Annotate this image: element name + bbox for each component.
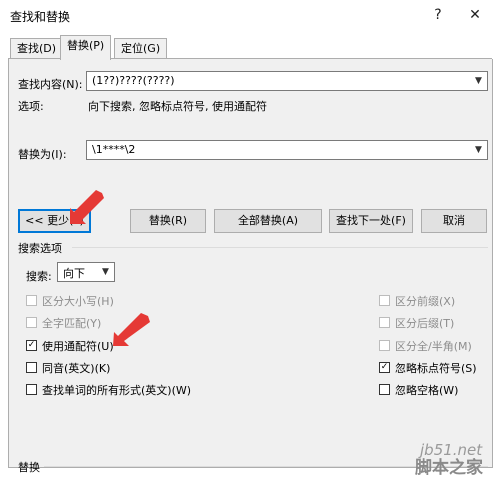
replace-input[interactable]: \1****\2 ▼ bbox=[86, 140, 488, 160]
replace-label: 替换为(I): bbox=[18, 148, 67, 161]
options-label: 选项: bbox=[18, 100, 44, 113]
whole-word-checkbox[interactable] bbox=[26, 317, 37, 328]
all-word-forms-label: 查找单词的所有形式(英文)(W) bbox=[42, 384, 192, 397]
all-word-forms-checkbox[interactable] bbox=[26, 384, 37, 395]
options-value: 向下搜索, 忽略标点符号, 使用通配符 bbox=[88, 100, 267, 113]
width-checkbox[interactable] bbox=[379, 340, 390, 351]
whole-word-label: 全字匹配(Y) bbox=[42, 317, 102, 330]
tab-goto[interactable]: 定位(G) bbox=[114, 38, 168, 59]
match-case-checkbox[interactable] bbox=[26, 295, 37, 306]
find-input[interactable]: (1??)????(????) ▼ bbox=[86, 71, 488, 91]
help-button[interactable]: ? bbox=[425, 4, 451, 26]
tab-find[interactable]: 查找(D) bbox=[10, 38, 64, 59]
search-direction-label: 搜索: bbox=[26, 270, 52, 283]
replace-dropdown-chevron-icon[interactable]: ▼ bbox=[470, 141, 487, 159]
match-suffix-checkbox[interactable] bbox=[379, 317, 390, 328]
wildcards-label: 使用通配符(U) bbox=[42, 340, 114, 353]
find-input-value: (1??)????(????) bbox=[92, 74, 175, 87]
width-label: 区分全/半角(M) bbox=[395, 340, 472, 353]
replace-all-button[interactable]: 全部替换(A) bbox=[214, 209, 322, 233]
replace-button[interactable]: 替换(R) bbox=[130, 209, 206, 233]
find-next-button[interactable]: 查找下一处(F) bbox=[329, 209, 413, 233]
search-options-divider bbox=[72, 247, 488, 248]
watermark-name: 脚本之家 bbox=[415, 458, 483, 478]
ignore-space-checkbox[interactable] bbox=[379, 384, 390, 395]
search-options-label: 搜索选项 bbox=[18, 242, 62, 255]
sounds-like-checkbox[interactable] bbox=[26, 362, 37, 373]
replace-input-value: \1****\2 bbox=[92, 143, 136, 156]
close-button[interactable]: ✕ bbox=[462, 4, 488, 26]
ignore-punctuation-checkbox[interactable]: ✓ bbox=[379, 362, 390, 373]
match-case-label: 区分大小写(H) bbox=[42, 295, 114, 308]
less-button[interactable]: << 更少(L) bbox=[18, 209, 91, 233]
find-label: 查找内容(N): bbox=[18, 78, 83, 91]
match-prefix-checkbox[interactable] bbox=[379, 295, 390, 306]
replace-section-label: 替换 bbox=[18, 461, 40, 474]
ignore-space-label: 忽略空格(W) bbox=[395, 384, 459, 397]
window-title: 查找和替换 bbox=[10, 10, 71, 24]
ignore-punctuation-label: 忽略标点符号(S) bbox=[395, 362, 477, 375]
cancel-button[interactable]: 取消 bbox=[421, 209, 487, 233]
sounds-like-label: 同音(英文)(K) bbox=[42, 362, 111, 375]
search-direction-value: 向下 bbox=[63, 267, 85, 280]
search-direction-select[interactable]: 向下 ▼ bbox=[57, 262, 115, 282]
match-prefix-label: 区分前缀(X) bbox=[395, 295, 456, 308]
search-direction-chevron-icon[interactable]: ▼ bbox=[97, 263, 114, 281]
match-suffix-label: 区分后缀(T) bbox=[395, 317, 455, 330]
find-dropdown-chevron-icon[interactable]: ▼ bbox=[470, 72, 487, 90]
wildcards-checkbox[interactable]: ✓ bbox=[26, 340, 37, 351]
tab-replace[interactable]: 替换(P) bbox=[60, 35, 112, 60]
